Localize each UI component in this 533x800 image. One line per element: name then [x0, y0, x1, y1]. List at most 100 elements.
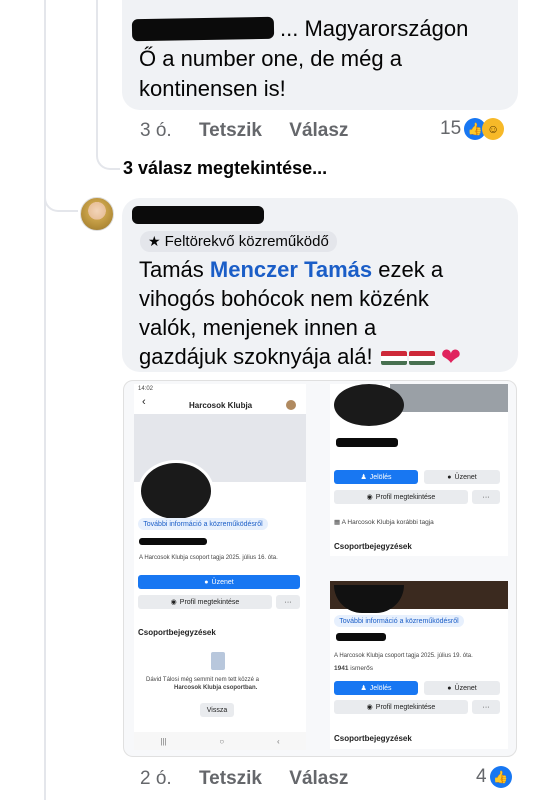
thread-connector: [44, 190, 78, 212]
mention-prefix: Tamás: [139, 257, 204, 282]
view-replies-link[interactable]: 3 válasz megtekintése...: [123, 158, 327, 179]
view-profile-button[interactable]: ◉ Profil megtekintése: [334, 700, 468, 714]
button-label: Profil megtekintése: [375, 493, 436, 501]
reaction-summary[interactable]: 4 👍: [476, 766, 512, 788]
empty-state-text: Dávid Tálosi még semmit nem tett közzé a: [146, 677, 259, 683]
button-label: ···: [482, 493, 490, 501]
person-icon: ♟: [360, 474, 367, 481]
timestamp: 2 ó.: [140, 768, 172, 789]
thread-line: [44, 0, 46, 800]
profile-icon: ◉: [366, 494, 373, 501]
profile-icon: ◉: [170, 599, 177, 606]
reply-link[interactable]: Válasz: [289, 120, 348, 141]
member-since: A Harcosok Klubja csoport tagja 2025. jú…: [334, 653, 473, 659]
more-button[interactable]: ···: [472, 490, 500, 504]
button-label: Üzenet: [211, 578, 234, 586]
member-since: A Harcosok Klubja csoport tagja 2025. jú…: [139, 555, 278, 561]
redacted-name: [139, 538, 207, 545]
back-button[interactable]: Vissza: [200, 703, 234, 717]
message-button[interactable]: ● Üzenet: [424, 681, 500, 695]
more-info-pill[interactable]: További információ a közreműködésről: [334, 615, 464, 627]
view-profile-button[interactable]: ◉ Profil megtekintése: [334, 490, 468, 504]
comment-text: valók, menjenek innen a: [139, 315, 377, 340]
empty-state-text: Harcosok Klubja csoportban.: [174, 685, 258, 691]
hungarian-flag-icon: [408, 351, 435, 366]
comment-meta: 2 ó. Tetszik Válasz: [140, 768, 348, 790]
comment-meta: 3 ó. Tetszik Válasz: [140, 120, 348, 142]
view-profile-button[interactable]: ◉ Profil megtekintése: [138, 595, 272, 609]
comment-text: gazdájuk szoknyája alá!: [139, 344, 373, 369]
button-label: Vissza: [206, 706, 228, 714]
button-label: Üzenet: [454, 473, 477, 481]
button-label: Profil megtekintése: [375, 703, 436, 711]
section-title: Csoportbejegyzések: [334, 542, 412, 551]
recent-apps-icon[interactable]: |||: [160, 737, 166, 746]
former-member-text: ▦ A Harcosok Klubja korábbi tagja: [334, 518, 434, 526]
thread-connector: [96, 0, 120, 170]
person-icon: ♟: [360, 685, 367, 692]
comment-text: Ő a number one, de még a: [139, 46, 402, 71]
hungarian-flag-icon: [380, 351, 407, 366]
redacted-name: [336, 633, 386, 641]
home-icon[interactable]: ○: [219, 737, 224, 746]
group-icon: ▦: [334, 519, 341, 526]
attached-screenshot[interactable]: 14:02 ‹ Harcosok Klubja További informác…: [123, 380, 517, 757]
message-button[interactable]: ● Üzenet: [424, 470, 500, 484]
former-member-label: A Harcosok Klubja korábbi tagja: [341, 519, 434, 526]
more-button[interactable]: ···: [472, 700, 500, 714]
mark-button[interactable]: ♟ Jelölés: [334, 470, 418, 484]
friends-number: 1941: [334, 665, 349, 672]
comment-text: ... Magyarországon: [280, 16, 469, 41]
badge-label: Feltörekvő közreműködő: [164, 233, 329, 250]
button-label: Profil megtekintése: [179, 598, 240, 606]
group-title: Harcosok Klubja: [189, 401, 253, 410]
back-nav-icon[interactable]: ‹: [277, 737, 280, 746]
button-label: Jelölés: [369, 473, 392, 481]
section-title: Csoportbejegyzések: [334, 734, 412, 743]
more-button[interactable]: ···: [276, 595, 300, 609]
messenger-icon: ●: [447, 684, 452, 692]
cover-photo: [390, 384, 508, 412]
red-heart-icon: ❤: [440, 344, 461, 372]
button-label: ···: [482, 703, 490, 711]
reply-link[interactable]: Válasz: [289, 768, 348, 789]
mark-button[interactable]: ♟ Jelölés: [334, 681, 418, 695]
profile-icon: ◉: [366, 704, 373, 711]
profile-photo: [138, 460, 214, 522]
haha-reaction-icon: ☺: [482, 118, 505, 140]
button-label: Üzenet: [454, 684, 477, 692]
redacted-author-name: [132, 206, 264, 224]
avatar[interactable]: [80, 197, 114, 231]
section-title: Csoportbejegyzések: [138, 628, 216, 637]
profile-photo: [334, 384, 404, 426]
star-badge-icon: ★: [148, 233, 161, 249]
user-avatar-small: [286, 400, 296, 410]
back-arrow-icon[interactable]: ‹: [142, 396, 146, 408]
right-phone-screen-bottom: További információ a közreműködésről A H…: [330, 581, 508, 749]
friends-count: 1941 ismerős: [334, 665, 373, 672]
left-phone-screen: 14:02 ‹ Harcosok Klubja További informác…: [134, 384, 306, 750]
message-button[interactable]: ● Üzenet: [138, 575, 300, 589]
document-icon: [211, 652, 225, 670]
pill-label: További információ a közreműködésről: [339, 617, 459, 625]
like-link[interactable]: Tetszik: [199, 120, 262, 141]
friends-label: ismerős: [350, 665, 374, 672]
reaction-summary[interactable]: 15 👍 ☺: [440, 118, 505, 140]
comment-text: kontinensen is!: [139, 76, 286, 101]
messenger-icon: ●: [204, 578, 209, 586]
like-reaction-icon: 👍: [489, 766, 512, 788]
reaction-count: 15: [440, 118, 462, 139]
button-label: ···: [284, 598, 292, 606]
redacted-author-name: [131, 16, 275, 42]
comment-text-part: ezek a: [378, 257, 444, 282]
timestamp: 3 ó.: [140, 120, 172, 141]
redacted-name: [336, 438, 398, 447]
comment-text-line: gazdájuk szoknyája alá! ❤: [139, 342, 461, 373]
reaction-count: 4: [476, 766, 487, 787]
mention-link[interactable]: Menczer Tamás: [210, 257, 372, 282]
right-phone-screen-top: ♟ Jelölés ● Üzenet ◉ Profil megtekintése ··…: [330, 384, 508, 556]
like-link[interactable]: Tetszik: [199, 768, 262, 789]
comment-text: Tamás Menczer Tamás ezek a: [139, 255, 443, 285]
messenger-icon: ●: [447, 473, 452, 481]
more-info-pill[interactable]: További információ a közreműködésről: [138, 518, 268, 530]
